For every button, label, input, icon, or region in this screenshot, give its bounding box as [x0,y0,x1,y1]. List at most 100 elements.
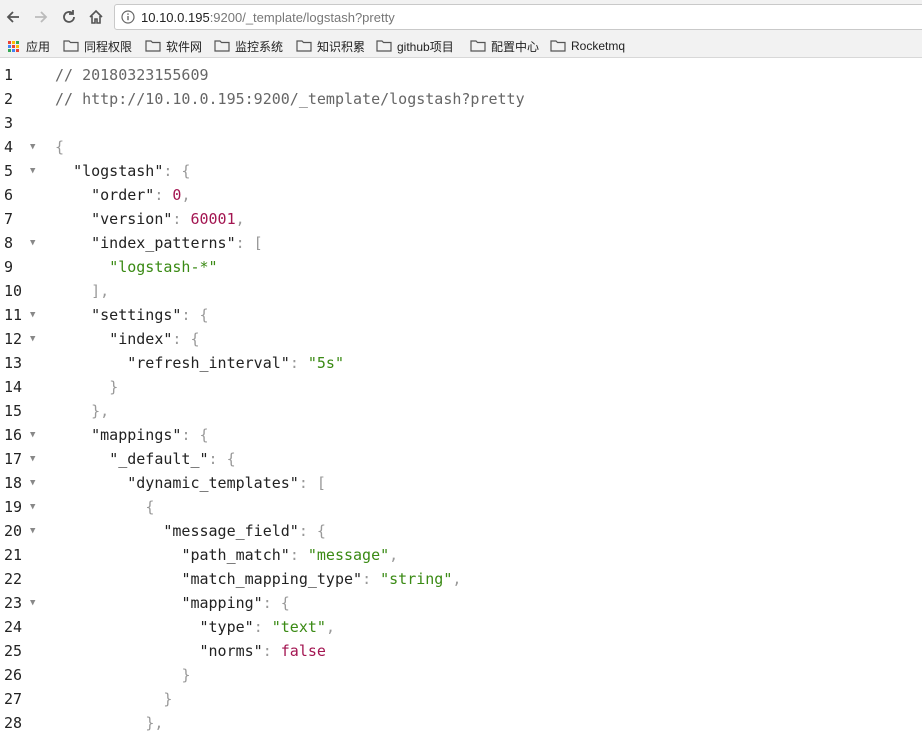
token-str: "logstash-*" [109,258,218,276]
line-number: 17 [4,450,23,468]
token-punc: } [109,378,119,396]
token-punc: : [289,354,308,372]
token-key: "path_match" [181,546,290,564]
fold-toggle-icon[interactable]: ▼ [30,591,35,615]
info-icon[interactable] [121,10,135,24]
fold-toggle-icon[interactable]: ▼ [30,135,35,159]
code-line: 11 ▼ "settings": { [0,303,922,327]
home-button[interactable] [85,6,107,28]
bookmark-folder[interactable]: 同程权限 [63,37,132,55]
line-number: 3 [4,114,14,132]
code-line: 19 ▼ { [0,495,922,519]
code-line: 12 ▼ "index": { [0,327,922,351]
folder-icon [550,40,566,52]
line-number: 23 [4,594,23,612]
line-number: 10 [4,282,23,300]
fold-toggle-icon[interactable]: ▼ [30,423,35,447]
code-text: // http://10.10.0.195:9200/_template/log… [55,87,525,111]
fold-toggle-icon[interactable]: ▼ [30,519,35,543]
code-text: "message_field": { [55,519,326,543]
bookmark-folder[interactable]: Rocketmq [550,37,625,55]
reload-button[interactable] [58,6,80,28]
token-str: "text" [271,618,326,636]
bookmark-label: Rocketmq [571,39,626,53]
code-line: 24 "type": "text", [0,615,922,639]
token-punc: : [154,186,173,204]
fold-toggle-icon[interactable]: ▼ [30,447,35,471]
fold-toggle-icon[interactable]: ▼ [30,231,35,255]
fold-toggle-icon[interactable]: ▼ [30,303,35,327]
code-line: 20 ▼ "message_field": { [0,519,922,543]
code-line: 6 "order": 0, [0,183,922,207]
code-text: "match_mapping_type": "string", [55,567,461,591]
code-text: ], [55,279,109,303]
folder-icon [376,40,392,52]
token-punc: { [55,138,65,156]
line-number: 4 [4,138,14,156]
code-text: "index": { [55,327,200,351]
bookmark-folder[interactable]: 软件网 [145,37,202,55]
line-number: 2 [4,90,14,108]
code-text: "dynamic_templates": [ [55,471,326,495]
token-punc: }, [145,714,164,732]
fold-toggle-icon[interactable]: ▼ [30,495,35,519]
fold-toggle-icon[interactable]: ▼ [30,471,35,495]
address-bar[interactable]: 10.10.0.195:9200/_template/logstash?pret… [114,4,922,30]
bookmark-folder[interactable]: 监控系统 [214,37,283,55]
line-number: 18 [4,474,23,492]
token-punc: , [235,210,245,228]
code-text: "order": 0, [55,183,190,207]
line-number: 22 [4,570,23,588]
token-key: "refresh_interval" [127,354,290,372]
fold-toggle-icon[interactable]: ▼ [30,327,35,351]
line-number: 11 [4,306,23,324]
code-line: 21 "path_match": "message", [0,543,922,567]
code-text: "version": 60001, [55,207,245,231]
token-punc: : [362,570,381,588]
code-line: 9 "logstash-*" [0,255,922,279]
bookmark-apps[interactable]: 应用 [8,37,50,55]
token-key: "dynamic_templates" [127,474,299,492]
bookmark-folder[interactable]: 配置中心 [470,37,539,55]
token-punc: , [452,570,462,588]
code-line: 17 ▼ "_default_": { [0,447,922,471]
token-key: "message_field" [163,522,299,540]
line-number: 14 [4,378,23,396]
code-text: // 20180323155609 [55,63,209,87]
bookmark-folder[interactable]: 知识积累 [296,37,365,55]
line-number: 19 [4,498,23,516]
fold-toggle-icon[interactable]: ▼ [30,159,35,183]
code-line: 23 ▼ "mapping": { [0,591,922,615]
line-number: 15 [4,402,23,420]
line-number: 8 [4,234,14,252]
bookmark-folder[interactable]: github项目 [376,37,454,55]
code-line: 15 }, [0,399,922,423]
code-line: 18 ▼ "dynamic_templates": [ [0,471,922,495]
code-text: "mappings": { [55,423,208,447]
token-punc: : { [172,330,200,348]
code-line: 26 } [0,663,922,687]
code-text: "norms": false [55,639,326,663]
bookmark-label: github项目 [397,39,454,54]
line-number: 21 [4,546,23,564]
token-num: 60001 [190,210,236,228]
reload-icon [63,10,75,23]
back-button[interactable] [2,6,24,28]
forward-button[interactable] [30,6,52,28]
code-line: 25 "norms": false [0,639,922,663]
bookmark-label: 应用 [26,39,51,54]
folder-icon [296,40,312,52]
line-number: 24 [4,618,23,636]
code-text: "settings": { [55,303,208,327]
apps-grid-icon [8,40,19,52]
